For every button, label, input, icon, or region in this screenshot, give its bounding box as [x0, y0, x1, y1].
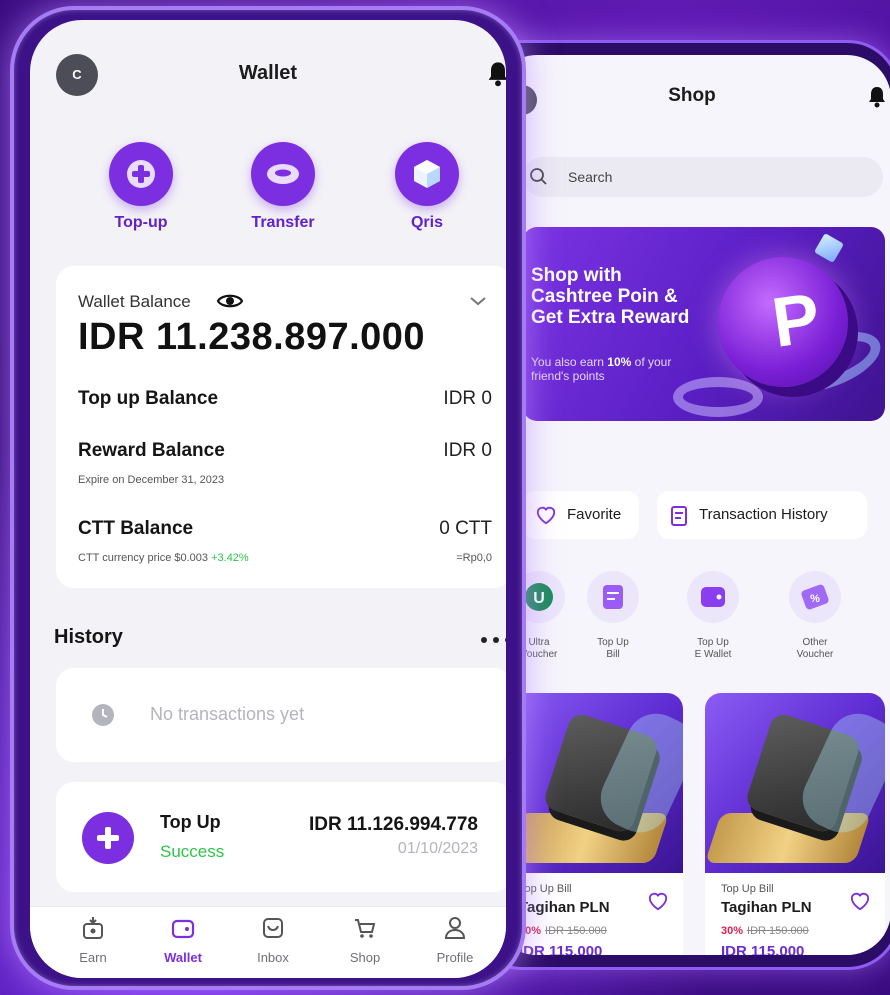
tab-shop[interactable]: Shop	[320, 915, 410, 965]
ctt-balance-label: CTT Balance	[78, 518, 194, 539]
plus-icon	[109, 142, 173, 206]
topup-button[interactable]: Top-up	[96, 142, 186, 232]
page-title: Wallet	[238, 62, 298, 84]
qris-label: Qris	[410, 214, 443, 231]
bottom-tab-bar: Earn Wallet Inbox Shop Profile	[30, 906, 506, 978]
transfer-button[interactable]: Transfer	[238, 142, 328, 232]
transaction-history-button[interactable]: Transaction History	[657, 491, 867, 539]
reward-balance-label: Reward Balance	[78, 440, 225, 461]
eye-icon[interactable]	[216, 290, 244, 312]
product-image	[503, 693, 683, 873]
search-placeholder: Search	[568, 169, 613, 185]
tab-wallet[interactable]: Wallet	[138, 915, 228, 965]
product-category: Top Up Bill	[721, 883, 774, 895]
topup-balance-label: Top up Balance	[78, 388, 219, 409]
profile-icon	[444, 917, 466, 939]
wallet-screen: C Wallet Top-up Transfer Qris Wallet Bal…	[30, 20, 506, 978]
category-top-up-ewallet[interactable]: Top Up E Wallet	[677, 571, 749, 661]
topup-label: Top-up	[114, 214, 168, 231]
transaction-item[interactable]: Top Up Success IDR 11.126.994.778 01/10/…	[56, 782, 506, 892]
svg-text:%: %	[810, 593, 820, 605]
wallet-icon	[171, 919, 195, 939]
search-input[interactable]: Search	[523, 157, 883, 197]
bell-icon[interactable]	[486, 60, 506, 88]
transfer-label: Transfer	[251, 214, 315, 231]
search-icon	[530, 168, 547, 185]
product-price: IDR 115.000	[721, 943, 805, 955]
history-title: History	[54, 626, 123, 648]
topup-balance-value: IDR 0	[443, 388, 492, 409]
product-image	[705, 693, 885, 873]
bell-icon[interactable]	[867, 85, 887, 109]
shop-phone: Shop Search P Shop with Cashtree Poin & …	[470, 40, 890, 970]
category-top-up-bill[interactable]: Top Up Bill	[577, 571, 649, 661]
empty-history-text: No transactions yet	[150, 704, 305, 724]
transaction-name: Top Up	[160, 812, 221, 832]
promo-banner[interactable]: P Shop with Cashtree Poin & Get Extra Re…	[523, 227, 885, 421]
balance-label: Wallet Balance	[78, 292, 191, 311]
tab-inbox[interactable]: Inbox	[228, 915, 318, 965]
product-name: Tagihan PLN	[721, 899, 812, 916]
product-discount: 30% IDR 150.000	[519, 925, 607, 937]
tab-earn[interactable]: Earn	[48, 915, 138, 965]
heart-icon[interactable]	[647, 891, 669, 911]
product-card[interactable]: Top Up Bill Tagihan PLN 30% IDR 150.000 I…	[503, 693, 683, 955]
transaction-status: Success	[160, 842, 225, 861]
ctt-idr-value: =Rp0,0	[456, 552, 492, 564]
clock-icon	[92, 704, 114, 726]
shop-header: Shop	[493, 55, 890, 135]
qris-icon	[395, 142, 459, 206]
favorite-label: Favorite	[567, 506, 622, 523]
transaction-amount: IDR 11.126.994.778	[308, 814, 478, 835]
wallet-icon	[687, 571, 739, 623]
favorite-button[interactable]: Favorite	[523, 491, 639, 539]
category-other-voucher[interactable]: % Other Voucher	[779, 571, 851, 661]
wallet-balance-card: Wallet Balance IDR 11.238.897.000 Top up…	[56, 266, 506, 588]
heart-icon	[536, 506, 556, 525]
banner-subtitle: You also earn 10% of your friend's point…	[531, 355, 672, 383]
qris-button[interactable]: Qris	[382, 142, 472, 232]
transfer-icon	[251, 142, 315, 206]
product-price: IDR 115.000	[519, 943, 603, 955]
balance-amount: IDR 11.238.897.000	[78, 316, 426, 358]
wallet-phone: C Wallet Top-up Transfer Qris Wallet Bal…	[10, 6, 526, 990]
cube-decoration	[813, 232, 845, 264]
ctt-balance-value: 0 CTT	[439, 518, 492, 539]
tab-profile[interactable]: Profile	[410, 915, 500, 965]
svg-text:U: U	[533, 590, 545, 607]
plus-icon	[82, 812, 134, 864]
bill-icon	[587, 571, 639, 623]
voucher-icon: %	[789, 571, 841, 623]
heart-icon[interactable]	[849, 891, 871, 911]
reward-balance-value: IDR 0	[443, 440, 492, 461]
product-discount: 30% IDR 150.000	[721, 925, 809, 937]
chevron-down-icon[interactable]	[468, 294, 488, 308]
product-category: Top Up Bill	[519, 883, 572, 895]
history-empty-card: No transactions yet	[56, 668, 506, 762]
product-name: Tagihan PLN	[519, 899, 610, 916]
more-icon[interactable]	[480, 636, 506, 644]
page-title: Shop	[668, 85, 716, 106]
cart-icon	[355, 919, 376, 938]
product-card[interactable]: Top Up Bill Tagihan PLN 30% IDR 150.000 I…	[705, 693, 885, 955]
receipt-icon	[671, 506, 687, 526]
shop-screen: Shop Search P Shop with Cashtree Poin & …	[493, 55, 890, 955]
inbox-icon	[263, 918, 283, 938]
ring-decoration	[673, 377, 763, 417]
coin-letter: P	[767, 278, 825, 362]
banner-title: Shop with Cashtree Poin & Get Extra Rewa…	[531, 265, 690, 328]
reward-expire: Expire on December 31, 2023	[78, 474, 225, 486]
earn-icon	[83, 917, 103, 939]
transaction-date: 01/10/2023	[397, 840, 478, 857]
transaction-history-label: Transaction History	[699, 506, 828, 523]
ctt-price: CTT currency price $0.003 +3.42%	[78, 552, 249, 564]
